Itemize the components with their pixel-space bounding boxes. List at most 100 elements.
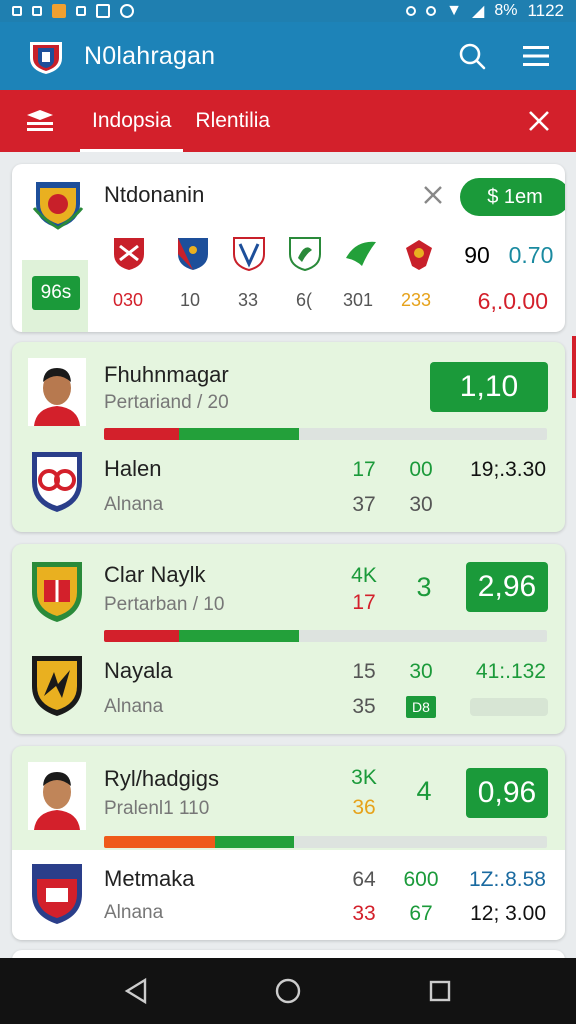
summary-number: 030 [112, 290, 144, 310]
summary-card[interactable]: Ntdonanin $ 1em 96s 90 0.70 030 10 33 6(… [12, 164, 565, 332]
match-card[interactable]: Clar Naylk Pertarban / 10 4K 17 3 2,96 N… [12, 544, 565, 734]
system-nav-bar [0, 958, 576, 1024]
team-crest-icon[interactable] [176, 236, 210, 272]
image-icon [96, 4, 110, 18]
category-menu-button[interactable] [0, 90, 80, 152]
bar-green-segment [179, 630, 299, 642]
summary-right-top-b: 0.70 [508, 242, 554, 268]
home-team-crest [32, 562, 82, 622]
away-team-crest [32, 452, 82, 512]
summary-right-top-a: 90 [464, 242, 490, 268]
bar-red-segment [104, 630, 180, 642]
scroll-indicator[interactable] [572, 336, 576, 398]
stat-value: 15 [352, 660, 376, 683]
hamburger-menu-icon [523, 46, 549, 66]
placeholder-pill [470, 698, 548, 716]
summary-number: 33 [237, 290, 259, 310]
summary-number: 301 [342, 290, 374, 310]
home-team-name: Ryl/hadgigs [104, 766, 219, 791]
away-team-name: Metmaka [104, 866, 195, 891]
stat-value: 17 [352, 591, 376, 614]
away-team-sub: Alnana [104, 494, 164, 515]
stat-value: 37 [352, 493, 376, 516]
tab-rlentilia[interactable]: Rlentilia [183, 90, 282, 152]
recents-icon [429, 980, 451, 1002]
player-avatar [28, 762, 86, 830]
balance-pill-button[interactable]: $ 1em [460, 178, 565, 216]
match-card[interactable]: Fhuhnmagar Pertariand / 20 1,10 Halen Al… [12, 342, 565, 532]
team-crest-icon[interactable] [288, 236, 322, 272]
odds-button[interactable]: 1,10 [430, 362, 548, 412]
battery-text: 8% [494, 2, 518, 19]
alarm-icon [426, 6, 437, 16]
back-icon [124, 977, 147, 1005]
match-right-value: 12; 3.00 [470, 902, 546, 925]
home-button[interactable] [263, 966, 313, 1016]
player-avatar [28, 358, 86, 426]
close-icon [529, 111, 549, 131]
signal-icon: ◢ [472, 3, 485, 20]
notification-icon [32, 6, 42, 16]
edit-icon [76, 6, 86, 16]
status-bar: ▼ ◢ 8% 1122 [0, 0, 576, 22]
summary-number: 6( [295, 290, 312, 310]
bar-green-segment [179, 428, 299, 440]
team-crest-icon[interactable] [344, 236, 378, 272]
app-title: N0lahragan [84, 41, 216, 70]
stat-value: 3K [351, 766, 377, 789]
home-team-sub: Pralenl1 110 [104, 798, 210, 819]
home-team-sub: Pertarban / 10 [104, 594, 225, 615]
away-team-sub: Alnana [104, 902, 164, 923]
list-menu-icon [27, 110, 53, 131]
team-crest-icon[interactable] [232, 236, 266, 272]
home-team-sub: Pertariand / 20 [104, 392, 229, 413]
status-badge: D8 [406, 696, 436, 718]
home-icon [275, 978, 301, 1004]
notification-icon [12, 6, 22, 16]
team-crest-icon[interactable] [112, 236, 146, 272]
team-crest-icon[interactable] [402, 236, 436, 272]
bar-red-segment [104, 836, 215, 848]
dismiss-icon[interactable] [420, 182, 446, 208]
app-logo-icon [30, 42, 62, 74]
home-team-name: Clar Naylk [104, 562, 206, 587]
away-team-crest [32, 656, 82, 716]
stat-value: 36 [352, 796, 376, 819]
clock: 1122 [527, 1, 564, 20]
match-right-value: 41:.132 [475, 660, 546, 683]
stat-value: 17 [352, 458, 376, 481]
match-right-value: 19;.3.30 [470, 458, 546, 481]
back-button[interactable] [111, 966, 161, 1016]
bar-green-segment [214, 836, 295, 848]
search-button[interactable] [450, 34, 494, 78]
bluetooth-icon [406, 6, 417, 16]
bar-red-segment [104, 428, 180, 440]
recents-button[interactable] [415, 966, 465, 1016]
status-right-icons: ▼ ◢ 8% 1122 [406, 1, 564, 21]
stat-value: 30 [409, 493, 433, 516]
wifi-icon: ▼ [446, 2, 462, 19]
close-button[interactable] [524, 106, 554, 136]
odds-button[interactable]: 2,96 [466, 562, 548, 612]
app-notification-icon [52, 4, 66, 18]
message-icon [120, 4, 134, 18]
home-team-name: Fhuhnmagar [104, 362, 229, 387]
summary-right-bottom: 6,.0.00 [477, 288, 548, 314]
match-right-value: 1Z:.8.58 [468, 868, 546, 891]
stat-value: 3 [416, 572, 432, 602]
summary-title: Ntdonanin [104, 182, 205, 207]
menu-button[interactable] [514, 34, 558, 78]
tab-indopsia[interactable]: Indopsia [80, 90, 184, 152]
odds-progress-bar [104, 836, 547, 848]
odds-button[interactable]: 0,96 [466, 768, 548, 818]
status-left-icons [12, 4, 134, 18]
card-lower-section [12, 850, 565, 940]
stat-value: 33 [352, 902, 376, 925]
match-card[interactable]: Ryl/hadgigs Pralenl1 110 3K 36 4 0,96 Me… [12, 746, 565, 940]
score-badge: 96s [32, 276, 80, 310]
away-team-crest [32, 864, 82, 924]
stat-value: 4 [416, 776, 432, 806]
away-team-sub: Alnana [104, 696, 164, 717]
league-crest-icon [32, 182, 84, 230]
away-team-name: Nayala [104, 658, 173, 683]
